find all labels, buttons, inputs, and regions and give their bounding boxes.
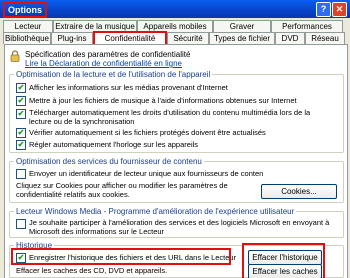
tab-plugins[interactable]: Plug-ins <box>51 32 93 44</box>
set-device-clock-label: Régler automatiquement l'horloge sur les… <box>29 140 199 149</box>
tab-reseau[interactable]: Réseau <box>305 32 345 44</box>
cookies-description: Cliquez sur Cookies pour afficher ou mod… <box>16 181 228 199</box>
check-protected-files-checkbox[interactable]: ✔ <box>16 128 26 138</box>
help-button[interactable]: ? <box>316 2 331 17</box>
show-media-info-label: Afficher les informations sur les médias… <box>29 83 228 92</box>
set-device-clock-checkbox[interactable]: ✔ <box>16 140 26 150</box>
download-rights-checkbox[interactable]: ✔ <box>16 109 26 119</box>
check-protected-files-label: Vérifier automatiquement si les fichiers… <box>29 128 266 137</box>
tab-securite[interactable]: Sécurité <box>167 32 209 44</box>
options-dialog: Options ? ✕ Lecteur Extraire de la musiq… <box>0 0 350 278</box>
show-media-info-checkbox[interactable]: ✔ <box>16 83 26 93</box>
update-music-files-checkbox[interactable]: ✔ <box>16 96 26 106</box>
tab-lecteur[interactable]: Lecteur <box>3 20 53 32</box>
tab-performances[interactable]: Performances <box>271 20 343 32</box>
playback-group: Optimisation de la lecture et de l'utili… <box>9 70 344 153</box>
privacy-intro-text: Spécification des paramètres de confiden… <box>25 50 191 59</box>
improvement-group-title: Lecteur Windows Media - Programme d'amél… <box>14 207 297 216</box>
privacy-panel: Spécification des paramètres de confiden… <box>4 44 348 278</box>
download-rights-label: Télécharger automatiquement les droits d… <box>29 108 311 126</box>
playback-group-title: Optimisation de la lecture et de l'utili… <box>14 70 213 79</box>
tab-types-de-fichier[interactable]: Types de fichier <box>209 32 275 44</box>
provider-group-title: Optimisation des services du fournisseur… <box>14 157 204 166</box>
cookies-button[interactable]: Cookies... <box>261 184 337 199</box>
send-player-id-checkbox[interactable] <box>16 169 26 179</box>
title-bar: Options ? ✕ <box>0 0 350 18</box>
close-button[interactable]: ✕ <box>332 2 347 17</box>
clear-buttons-highlight <box>242 243 325 278</box>
clear-caches-text: Effacer les caches des CD, DVD et appare… <box>16 266 168 275</box>
history-checkbox-highlight <box>11 248 231 265</box>
tab-dvd[interactable]: DVD <box>275 32 305 44</box>
privacy-statement-link[interactable]: Lire la Déclaration de confidentialité e… <box>25 59 182 68</box>
ceip-label: Je souhaite participer à l'amélioration … <box>29 218 330 236</box>
provider-group: Optimisation des services du fournisseur… <box>9 157 344 203</box>
improvement-group: Lecteur Windows Media - Programme d'amél… <box>9 207 344 238</box>
tab-graver[interactable]: Graver <box>213 20 271 32</box>
send-player-id-label: Envoyer un identificateur de lecteur uni… <box>29 169 264 178</box>
tab-bibliotheque[interactable]: Bibliothèque <box>3 32 51 44</box>
ceip-checkbox[interactable] <box>16 219 26 229</box>
update-music-files-label: Mettre à jour les fichiers de musique à … <box>29 96 297 105</box>
window-title: Options <box>3 2 47 18</box>
lock-icon <box>10 50 20 62</box>
